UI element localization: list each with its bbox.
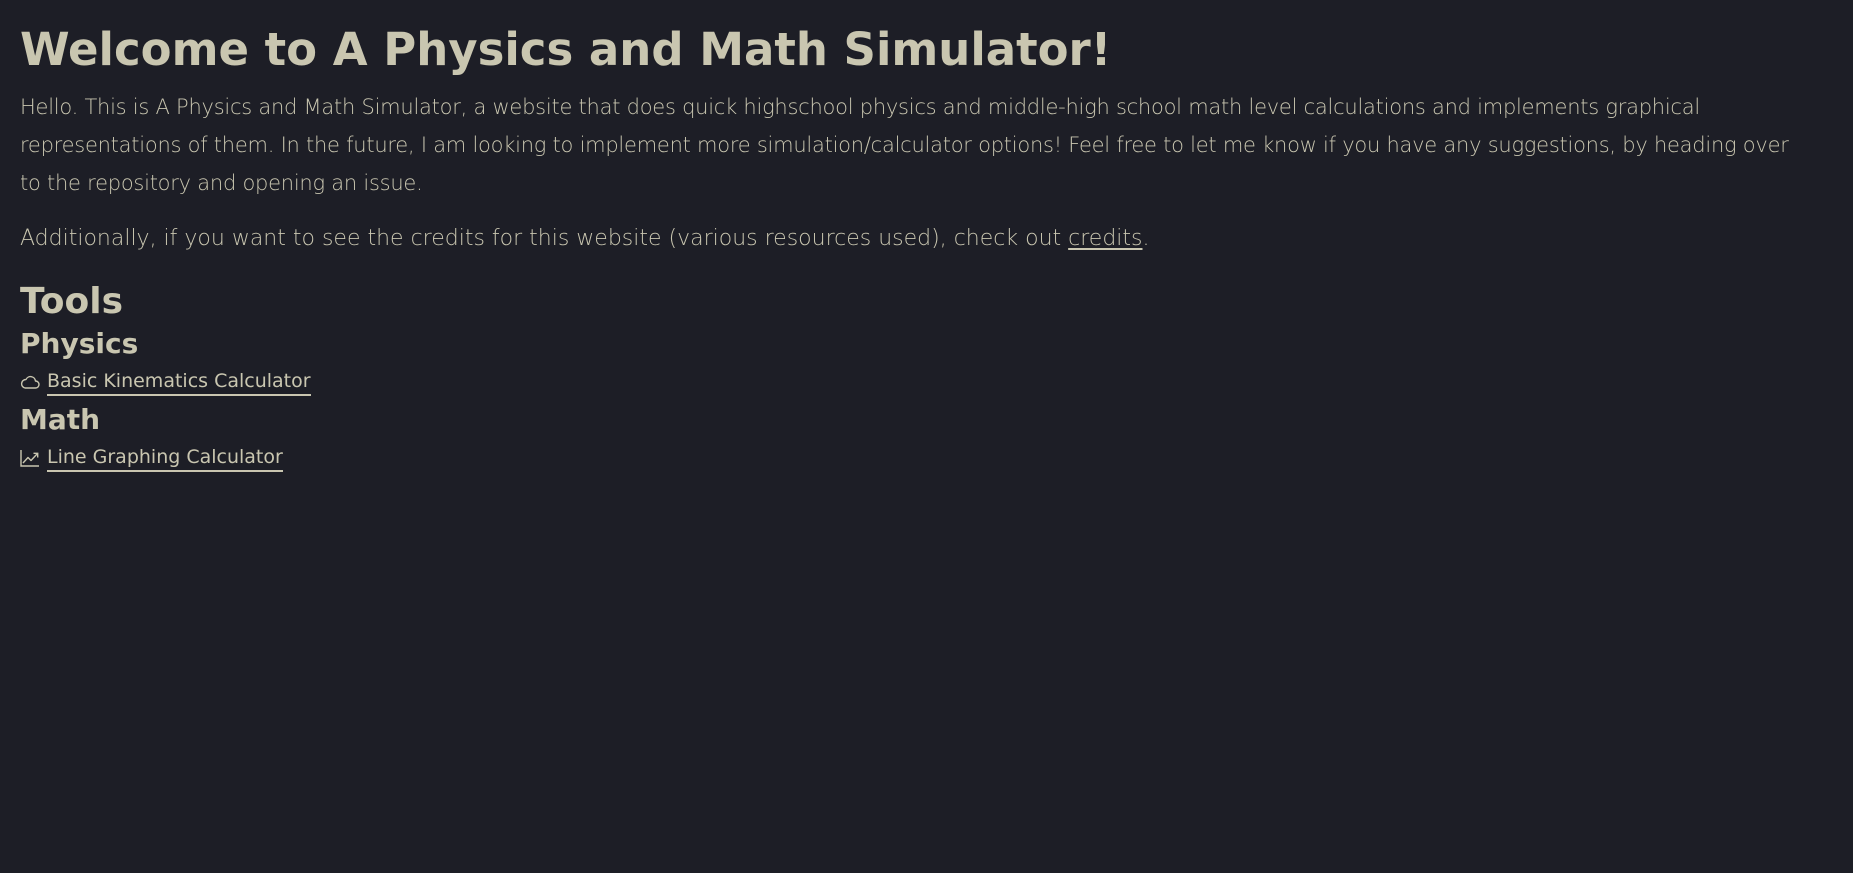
tools-heading: Tools <box>20 281 124 322</box>
tool-item-basic-kinematics: Basic Kinematics Calculator <box>20 366 1833 398</box>
physics-heading: Physics <box>20 327 139 360</box>
basic-kinematics-calculator-link[interactable]: Basic Kinematics Calculator <box>47 368 311 396</box>
page-content: Welcome to A Physics and Math Simulator!… <box>0 0 1853 474</box>
credits-period: . <box>1142 226 1150 251</box>
intro-paragraph: Hello. This is A Physics and Math Simula… <box>20 95 1789 195</box>
tool-item-line-graphing: Line Graphing Calculator <box>20 442 1833 474</box>
line-graphing-calculator-link[interactable]: Line Graphing Calculator <box>47 444 283 472</box>
cloud-icon <box>20 372 40 392</box>
math-heading: Math <box>20 403 101 436</box>
page-title: Welcome to A Physics and Math Simulator! <box>20 23 1112 76</box>
credits-link[interactable]: credits <box>1068 226 1142 251</box>
trending-up-icon <box>20 448 40 468</box>
credits-paragraph: Additionally, if you want to see the cre… <box>20 220 1800 258</box>
credits-text: Additionally, if you want to see the cre… <box>20 226 1069 251</box>
